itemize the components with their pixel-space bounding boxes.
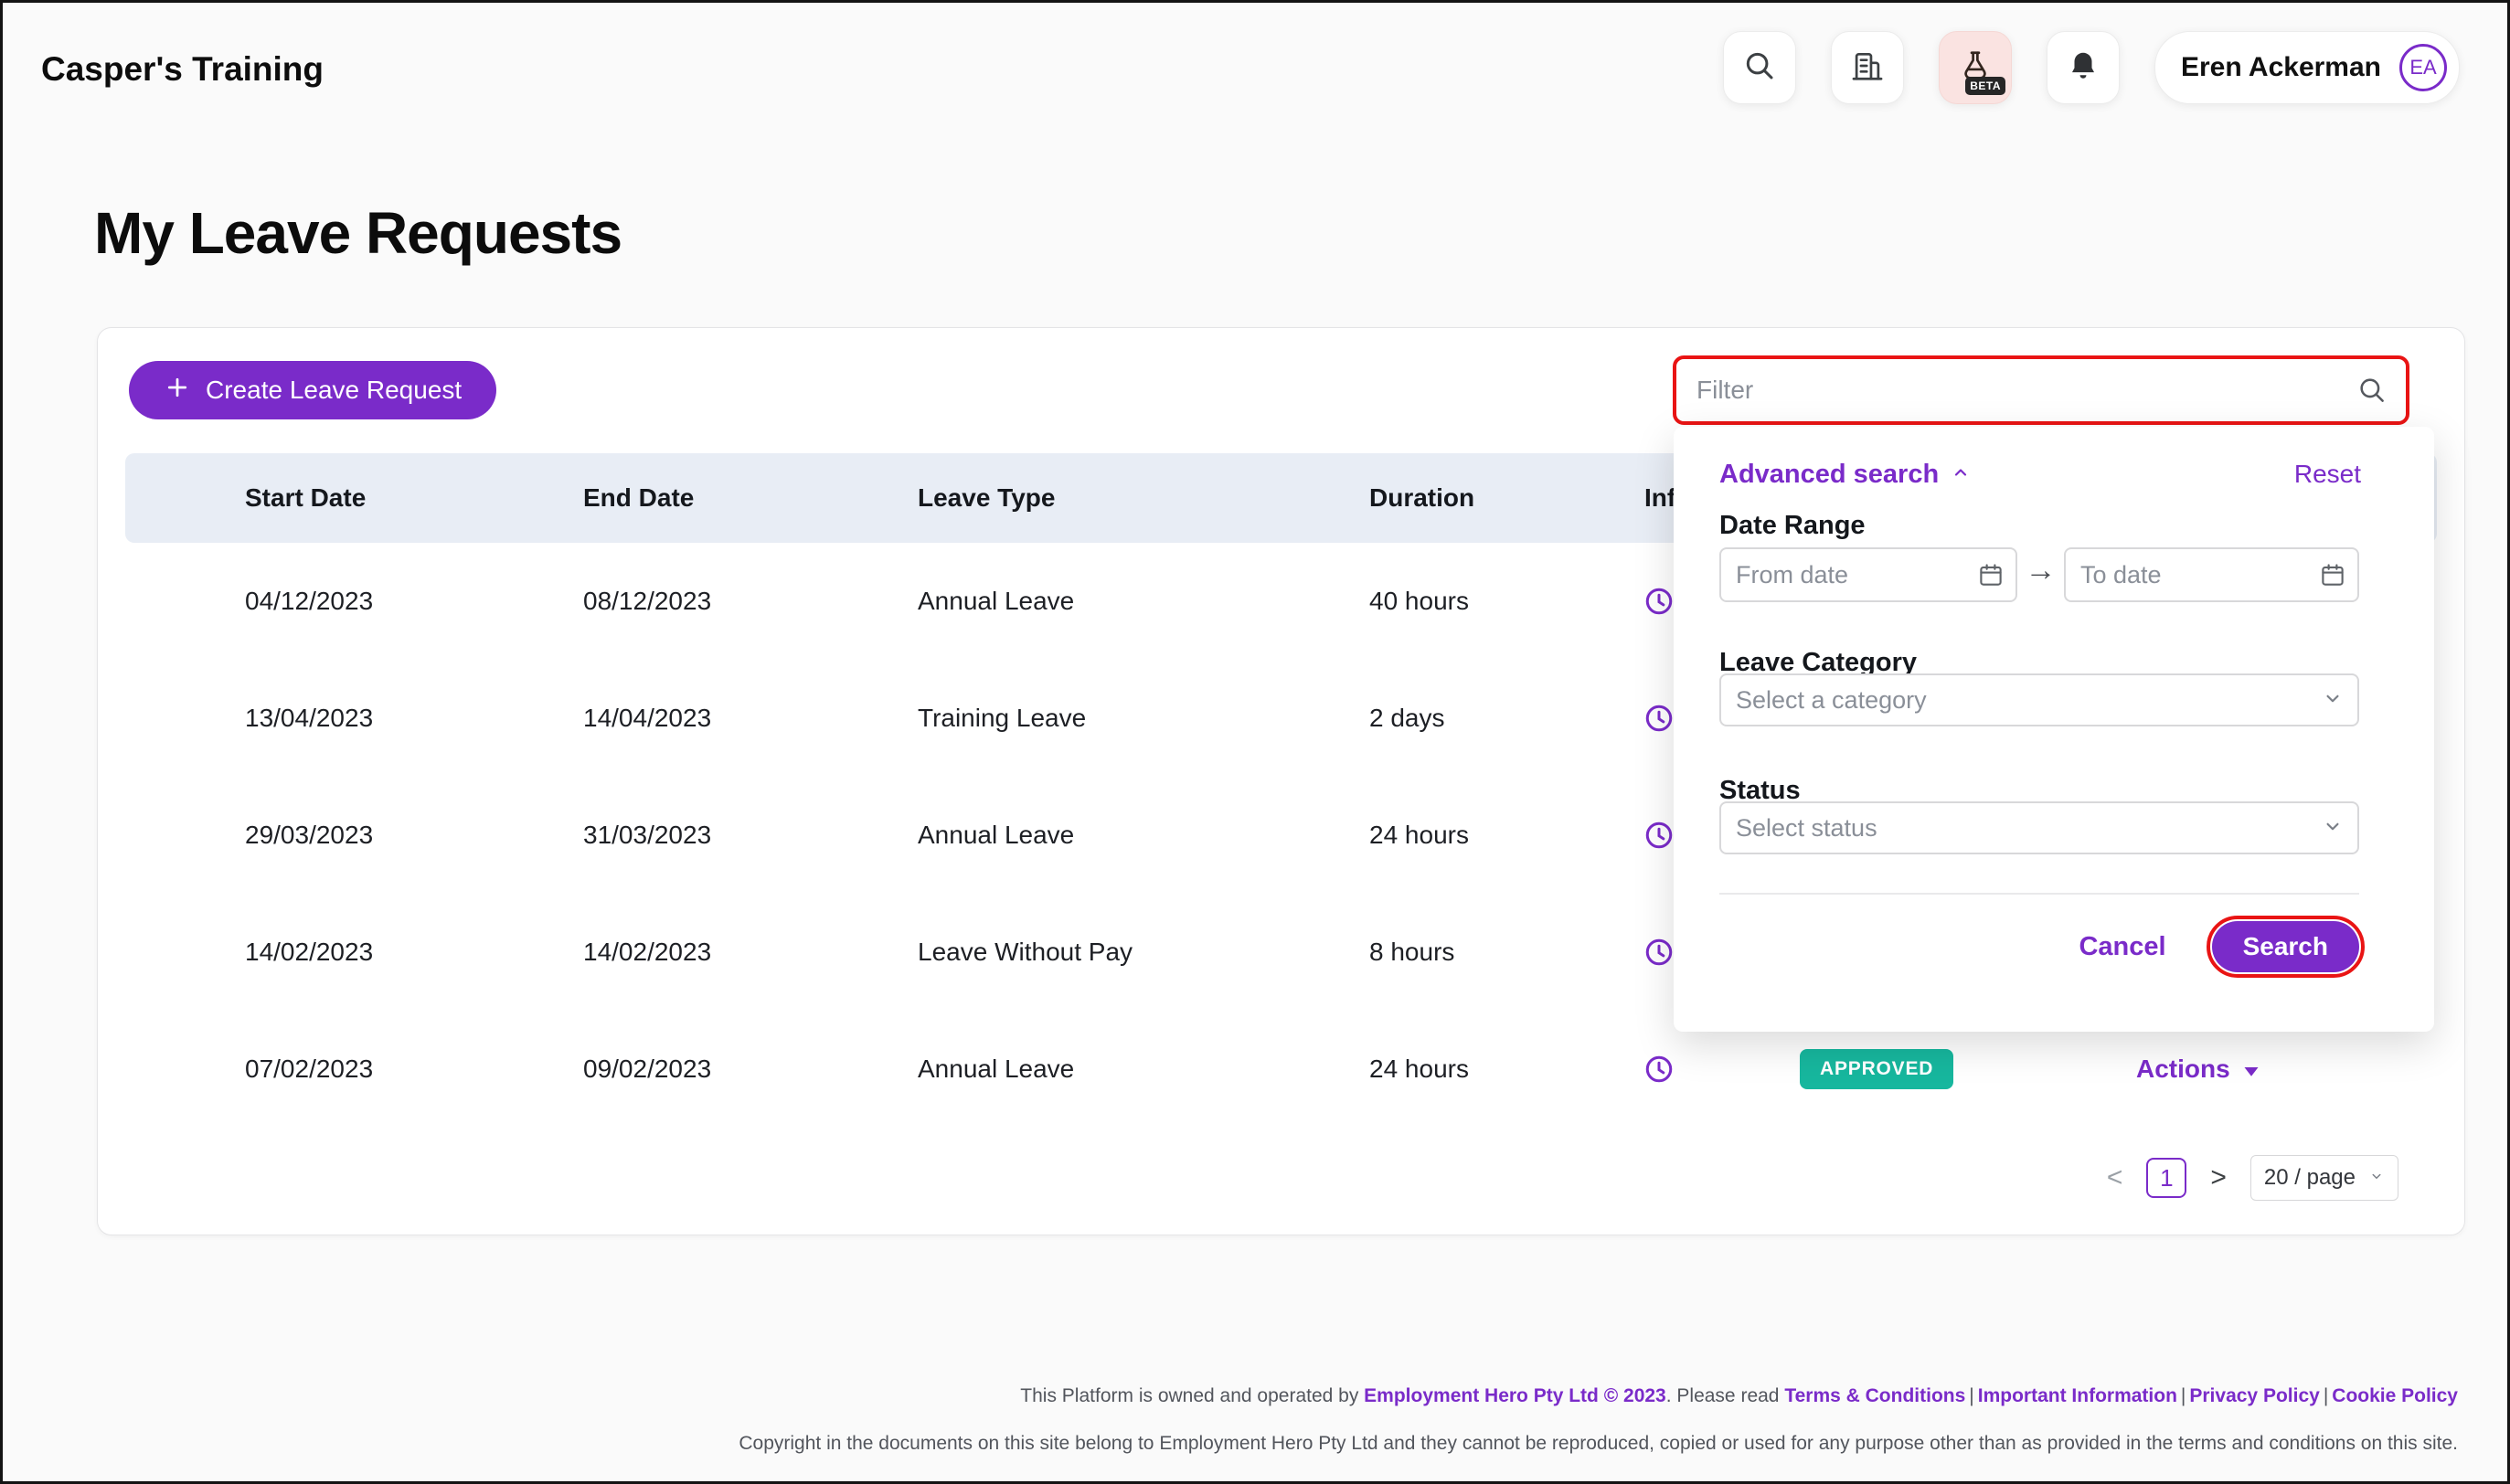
plus-icon: [164, 374, 191, 408]
create-leave-request-label: Create Leave Request: [206, 376, 462, 405]
privacy-policy-link[interactable]: Privacy Policy: [2189, 1385, 2319, 1406]
cell-leave-type: Leave Without Pay: [918, 894, 1133, 1011]
beta-badge: BETA: [1965, 77, 2005, 95]
clock-info-icon[interactable]: [1643, 1053, 1675, 1086]
arrow-right-icon: →: [2017, 553, 2064, 588]
footer: This Platform is owned and operated by E…: [186, 1381, 2458, 1458]
cell-end-date: 09/02/2023: [583, 1011, 711, 1128]
employment-hero-link[interactable]: Employment Hero Pty Ltd © 2023: [1364, 1385, 1666, 1406]
building-icon: [1850, 48, 1885, 88]
cell-start-date: 04/12/2023: [245, 543, 373, 660]
avatar: EA: [2399, 44, 2447, 91]
panel-actions: Cancel Search: [1719, 915, 2365, 979]
calendar-icon[interactable]: [2319, 561, 2346, 588]
important-information-link[interactable]: Important Information: [1978, 1385, 2177, 1406]
separator: |: [2181, 1385, 2186, 1406]
footer-legal-line: This Platform is owned and operated by E…: [186, 1381, 2458, 1411]
search-icon: [2356, 375, 2388, 406]
cell-start-date: 29/03/2023: [245, 777, 373, 894]
cell-duration: 40 hours: [1369, 543, 1469, 660]
search-submit-button[interactable]: Search: [2212, 921, 2359, 972]
cell-end-date: 14/04/2023: [583, 660, 711, 777]
footer-text: This Platform is owned and operated by: [1020, 1385, 1364, 1406]
chevron-down-icon: [2321, 814, 2345, 843]
column-header-end-date: End Date: [583, 453, 694, 543]
to-date-field: [2064, 547, 2359, 602]
footer-text: . Please read: [1666, 1385, 1785, 1406]
clock-info-icon[interactable]: [1643, 585, 1675, 618]
cell-duration: 24 hours: [1369, 1011, 1469, 1128]
chevron-down-icon: [2368, 1165, 2385, 1191]
status-placeholder: Select status: [1736, 814, 1877, 843]
cell-leave-type: Annual Leave: [918, 1011, 1074, 1128]
cell-duration: 8 hours: [1369, 894, 1454, 1011]
search-icon: [1742, 48, 1777, 88]
cell-leave-type: Training Leave: [918, 660, 1086, 777]
calendar-icon[interactable]: [1977, 561, 2005, 588]
clock-info-icon[interactable]: [1643, 936, 1675, 969]
column-header-duration: Duration: [1369, 453, 1474, 543]
search-button[interactable]: [1723, 31, 1796, 104]
leave-category-placeholder: Select a category: [1736, 686, 1927, 715]
separator: |: [1969, 1385, 1973, 1406]
cell-end-date: 14/02/2023: [583, 894, 711, 1011]
create-leave-request-button[interactable]: Create Leave Request: [129, 361, 496, 419]
terms-link[interactable]: Terms & Conditions: [1784, 1385, 1965, 1406]
column-header-start-date: Start Date: [245, 453, 366, 543]
advanced-search-header: Advanced search Reset: [1719, 454, 2361, 494]
chevron-down-icon: [2321, 686, 2345, 715]
cell-start-date: 14/02/2023: [245, 894, 373, 1011]
column-header-leave-type: Leave Type: [918, 453, 1055, 543]
separator: |: [2324, 1385, 2328, 1406]
search-annotation-ring: Search: [2207, 916, 2365, 978]
advanced-search-toggle[interactable]: Advanced search: [1719, 459, 1972, 491]
reset-link[interactable]: Reset: [2294, 460, 2361, 489]
clock-info-icon[interactable]: [1643, 702, 1675, 735]
leave-requests-card: Create Leave Request Start Date End Date…: [97, 327, 2465, 1235]
date-range-label: Date Range: [1719, 511, 1866, 541]
status-select[interactable]: Select status: [1719, 801, 2359, 854]
user-name: Eren Ackerman: [2181, 52, 2381, 83]
to-date-input[interactable]: [2066, 549, 2357, 600]
cell-duration: 2 days: [1369, 660, 1445, 777]
beta-features-button[interactable]: BETA: [1939, 31, 2012, 104]
pagination: < 1 > 20 / page: [2107, 1155, 2398, 1201]
bell-icon: [2066, 48, 2101, 88]
current-page[interactable]: 1: [2146, 1158, 2186, 1198]
next-page-button[interactable]: >: [2210, 1162, 2227, 1193]
from-date-input[interactable]: [1721, 549, 2015, 600]
page-size-select[interactable]: 20 / page: [2250, 1155, 2398, 1201]
user-menu[interactable]: Eren Ackerman EA: [2154, 31, 2460, 104]
page-size-value: 20 / page: [2264, 1165, 2356, 1191]
filter-input[interactable]: [1676, 376, 2356, 405]
caret-down-icon: [2243, 1055, 2260, 1084]
divider: [1719, 893, 2359, 895]
organisation-button[interactable]: [1831, 31, 1904, 104]
cancel-button[interactable]: Cancel: [2079, 932, 2165, 962]
leave-category-select[interactable]: Select a category: [1719, 673, 2359, 726]
footer-copyright-line: Copyright in the documents on this site …: [186, 1428, 2458, 1458]
cell-end-date: 08/12/2023: [583, 543, 711, 660]
header-actions: BETA Eren Ackerman EA: [1723, 32, 2460, 103]
company-name: Casper's Training: [41, 50, 324, 89]
cell-leave-type: Annual Leave: [918, 777, 1074, 894]
advanced-search-label: Advanced search: [1719, 460, 1939, 490]
previous-page-button[interactable]: <: [2107, 1162, 2123, 1193]
cookie-policy-link[interactable]: Cookie Policy: [2332, 1385, 2458, 1406]
advanced-search-panel: Advanced search Reset Date Range → Leave…: [1674, 427, 2434, 1032]
status-badge: APPROVED: [1800, 1049, 1953, 1089]
cell-end-date: 31/03/2023: [583, 777, 711, 894]
cell-start-date: 07/02/2023: [245, 1011, 373, 1128]
cell-leave-type: Annual Leave: [918, 543, 1074, 660]
notifications-button[interactable]: [2047, 31, 2120, 104]
cell-start-date: 13/04/2023: [245, 660, 373, 777]
cell-duration: 24 hours: [1369, 777, 1469, 894]
actions-label: Actions: [2136, 1055, 2230, 1084]
page-title: My Leave Requests: [94, 199, 622, 267]
from-date-field: [1719, 547, 2017, 602]
filter-annotation-ring: [1673, 355, 2409, 425]
clock-info-icon[interactable]: [1643, 819, 1675, 852]
chevron-up-icon: [1950, 459, 1972, 491]
